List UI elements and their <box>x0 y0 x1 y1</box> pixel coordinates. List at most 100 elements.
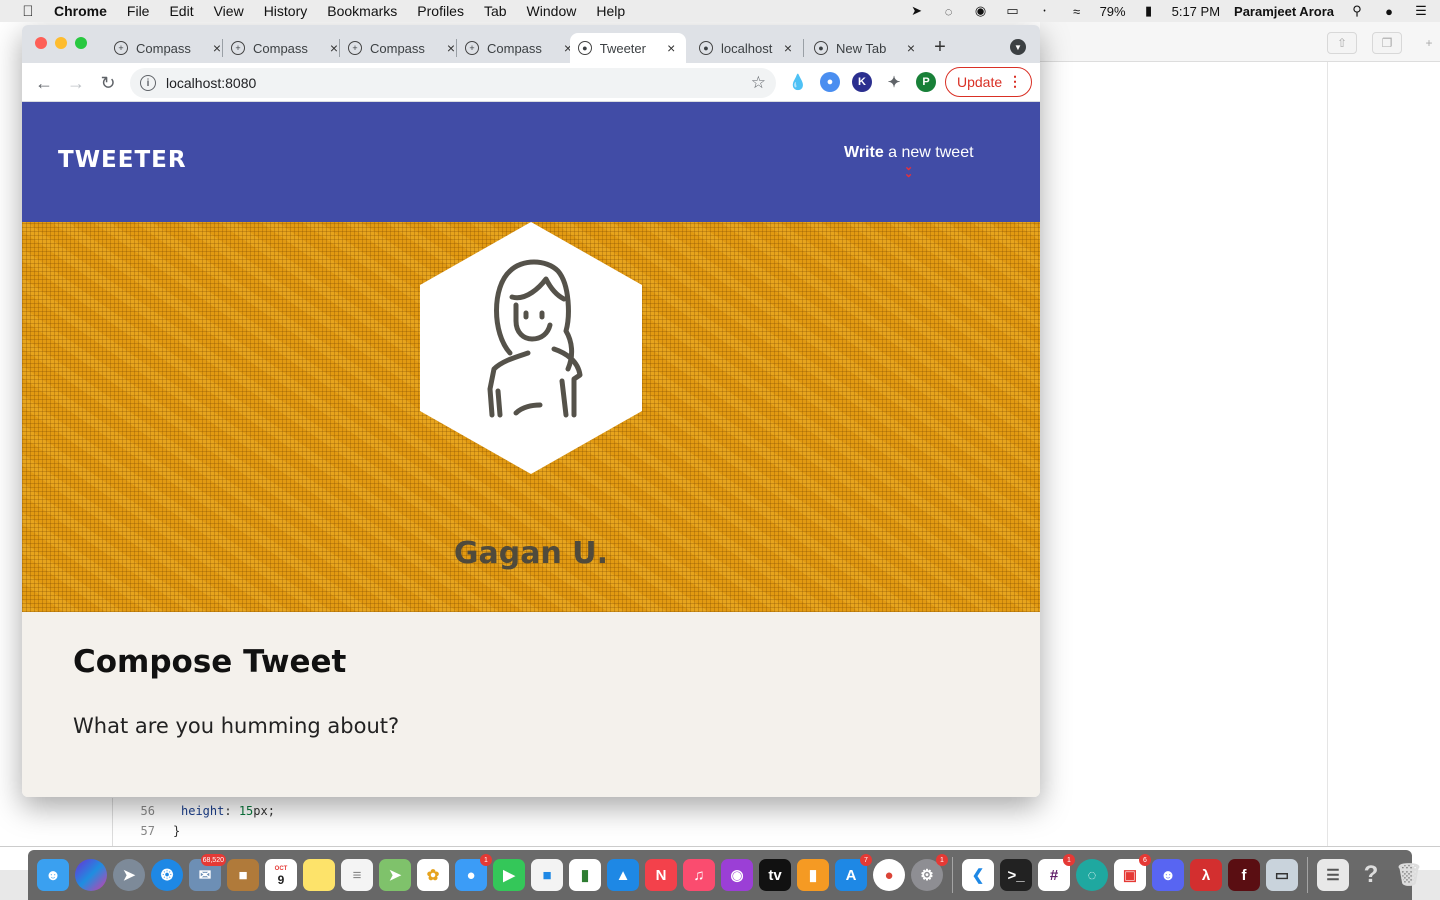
discord-icon[interactable]: ☻ <box>1152 859 1184 891</box>
minimize-window-button[interactable] <box>55 37 67 49</box>
menu-file[interactable]: File <box>127 3 150 19</box>
reload-button[interactable]: ↻ <box>96 71 120 95</box>
music-icon[interactable]: ♫ <box>683 859 715 891</box>
chrome-dock-icon[interactable]: ● <box>873 859 905 891</box>
compass-dock-icon[interactable]: ◌ <box>1076 859 1108 891</box>
facetime-icon[interactable]: ▶ <box>493 859 525 891</box>
window-icon[interactable]: ❐ <box>1372 32 1402 54</box>
downloads-stack-icon[interactable]: ☰ <box>1317 859 1349 891</box>
close-tab-icon[interactable]: × <box>781 40 795 56</box>
address-bar[interactable]: i localhost:8080 ☆ <box>130 68 776 98</box>
numbers-icon[interactable]: ▮ <box>569 859 601 891</box>
more-menu-icon[interactable]: ⋮ <box>1008 73 1022 90</box>
books-icon[interactable]: ▮ <box>797 859 829 891</box>
bookmark-star-icon[interactable]: ☆ <box>751 73 766 93</box>
bluetooth-icon[interactable]: ᛫ <box>1036 3 1054 19</box>
safari-icon[interactable]: ❂ <box>151 859 183 891</box>
site-nav: TWEETER Write a new tweet ⌄ ⌄ <box>22 102 1040 222</box>
wifi-icon[interactable]: ≈ <box>1068 3 1086 19</box>
tab-localhost[interactable]: ● localhost × <box>691 33 803 63</box>
calendar-icon[interactable]: OCT 9 <box>265 859 297 891</box>
tweet-textarea[interactable]: What are you humming about? <box>73 714 399 738</box>
close-tab-icon[interactable]: × <box>664 40 678 56</box>
vscode-icon[interactable]: ❮ <box>962 859 994 891</box>
menu-extras: ➤ ◌ ◉ ▭ ᛫ ≈ 79% ▮ 5:17 PM Paramjeet Aror… <box>908 0 1430 22</box>
contacts-icon[interactable]: ■ <box>227 859 259 891</box>
code-line: 56 height: 15 px; <box>113 801 275 821</box>
tab-compass-2[interactable]: + Compass × <box>223 33 349 63</box>
reminders-icon[interactable]: ≡ <box>341 859 373 891</box>
location-arrow-icon[interactable]: ➤ <box>908 3 926 19</box>
disk-utility-icon[interactable]: ▭ <box>1266 859 1298 891</box>
tab-compass-3[interactable]: + Compass × <box>340 33 466 63</box>
siri-icon[interactable] <box>75 859 107 891</box>
menu-bookmarks[interactable]: Bookmarks <box>327 3 397 19</box>
preview-icon[interactable]: ■ <box>531 859 563 891</box>
airplay-icon[interactable]: ▭ <box>1004 3 1022 19</box>
add-icon[interactable]: + <box>1418 32 1440 54</box>
finder-icon[interactable]: ☻ <box>37 859 69 891</box>
app-store-icon[interactable]: A7 <box>835 854 872 891</box>
bird-extension-icon[interactable]: ● <box>820 72 840 92</box>
tab-new-tab[interactable]: ● New Tab × <box>806 33 926 63</box>
games-icon[interactable]: ▣ 6 <box>1114 854 1151 891</box>
site-info-icon[interactable]: i <box>140 75 156 91</box>
battery-icon[interactable]: ▮ <box>1140 3 1158 19</box>
news-icon[interactable]: N <box>645 859 677 891</box>
double-chevron-down-icon[interactable]: ⌄ ⌄ <box>904 162 913 180</box>
tab-compass-1[interactable]: + Compass × <box>106 33 232 63</box>
menu-view[interactable]: View <box>214 3 244 19</box>
code-editor[interactable]: 56 height: 15 px; 57 } <box>112 798 1040 846</box>
trash-icon[interactable]: 🗑 <box>1393 859 1425 891</box>
tab-compass-4[interactable]: + Compass × <box>457 33 583 63</box>
menu-profiles[interactable]: Profiles <box>417 3 464 19</box>
url-text[interactable]: localhost:8080 <box>166 75 256 91</box>
mail-icon[interactable]: ✉ 68,520 <box>189 854 226 891</box>
menu-tab[interactable]: Tab <box>484 3 507 19</box>
siri-icon[interactable]: ● <box>1380 3 1398 19</box>
help-icon[interactable]: ? <box>1355 859 1387 891</box>
profile-avatar[interactable]: P <box>916 72 936 92</box>
slack-icon[interactable]: #1 <box>1038 854 1075 891</box>
tab-search-icon[interactable]: ▼ <box>1010 39 1026 55</box>
tv-icon[interactable]: tv <box>759 859 791 891</box>
write-tweet-toggle[interactable]: Write a new tweet <box>844 144 974 162</box>
menu-window[interactable]: Window <box>527 3 577 19</box>
messages-icon[interactable]: ● 1 <box>455 854 492 891</box>
spotlight-icon[interactable]: ⚲ <box>1348 3 1366 19</box>
notes-icon[interactable] <box>303 859 335 891</box>
tab-tweeter[interactable]: ● Tweeter × <box>570 33 686 63</box>
new-tab-button[interactable]: + <box>928 35 952 59</box>
puzzle-extensions-icon[interactable]: ✦ <box>884 72 904 92</box>
back-button[interactable]: ← <box>32 71 56 95</box>
menu-history[interactable]: History <box>264 3 308 19</box>
site-brand[interactable]: TWEETER <box>58 147 187 173</box>
menu-edit[interactable]: Edit <box>169 3 193 19</box>
share-icon[interactable]: ⇧ <box>1327 32 1357 54</box>
update-button[interactable]: Update ⋮ <box>945 67 1032 97</box>
k-extension-icon[interactable]: K <box>852 72 872 92</box>
write-label: Write <box>844 144 884 161</box>
drop-extension-icon[interactable]: 💧 <box>788 72 808 92</box>
acrobat-icon[interactable]: λ <box>1190 859 1222 891</box>
menu-help[interactable]: Help <box>596 3 625 19</box>
menu-app-name[interactable]: Chrome <box>54 3 107 19</box>
zoom-window-button[interactable] <box>75 37 87 49</box>
user-name[interactable]: Paramjeet Arora <box>1234 4 1334 19</box>
maps-icon[interactable]: ➤ <box>379 859 411 891</box>
photos-icon[interactable]: ✿ <box>417 859 449 891</box>
launchpad-icon[interactable]: ➤ <box>113 859 145 891</box>
clock[interactable]: 5:17 PM <box>1172 4 1220 19</box>
system-preferences-icon[interactable]: ⚙ 1 <box>911 854 948 891</box>
close-tab-icon[interactable]: × <box>904 40 918 56</box>
apple-icon[interactable]:  <box>20 3 36 20</box>
podcasts-icon[interactable]: ◉ <box>721 859 753 891</box>
close-window-button[interactable] <box>35 37 47 49</box>
activity-icon[interactable]: ◌ <box>940 3 958 19</box>
terminal-icon[interactable]: >_ <box>1000 859 1032 891</box>
notification-center-icon[interactable]: ☰ <box>1412 3 1430 19</box>
forward-button[interactable]: → <box>64 71 88 95</box>
keynote-icon[interactable]: ▲ <box>607 859 639 891</box>
flash-icon[interactable]: f <box>1228 859 1260 891</box>
sync-icon[interactable]: ◉ <box>972 3 990 19</box>
